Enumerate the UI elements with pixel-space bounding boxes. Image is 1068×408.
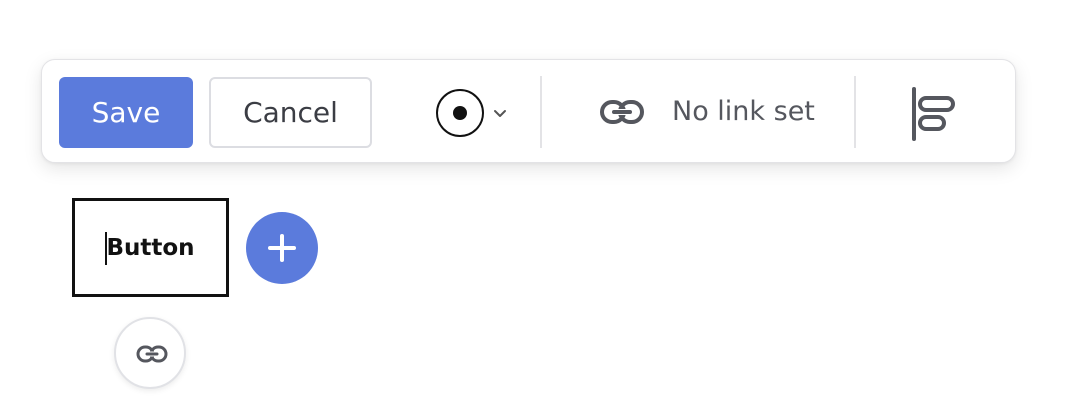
button-label-text[interactable]: Button <box>105 231 195 265</box>
cancel-button[interactable]: Cancel <box>209 77 372 148</box>
button-block[interactable]: Button <box>72 198 229 297</box>
text-caret <box>105 231 108 265</box>
plus-icon <box>268 234 296 262</box>
toolbar-divider <box>540 76 542 148</box>
chevron-down-icon <box>494 110 506 117</box>
link-icon <box>600 100 644 124</box>
save-button[interactable]: Save <box>59 77 193 148</box>
add-block-button[interactable] <box>246 212 318 284</box>
link-status-text: No link set <box>672 96 815 127</box>
button-style-dropdown[interactable] <box>436 88 512 138</box>
link-icon <box>136 345 168 363</box>
toolbar-divider <box>854 76 856 148</box>
editor-stage: Save Cancel No link set Button <box>0 0 1068 408</box>
align-left-icon[interactable] <box>908 86 960 142</box>
link-button[interactable] <box>114 317 186 389</box>
link-setting[interactable]: No link set <box>599 85 829 141</box>
radio-selected-icon <box>436 89 484 137</box>
block-toolbar: Save Cancel No link set <box>41 59 1016 163</box>
radio-dot <box>453 106 467 120</box>
button-label-value: Button <box>106 234 195 261</box>
